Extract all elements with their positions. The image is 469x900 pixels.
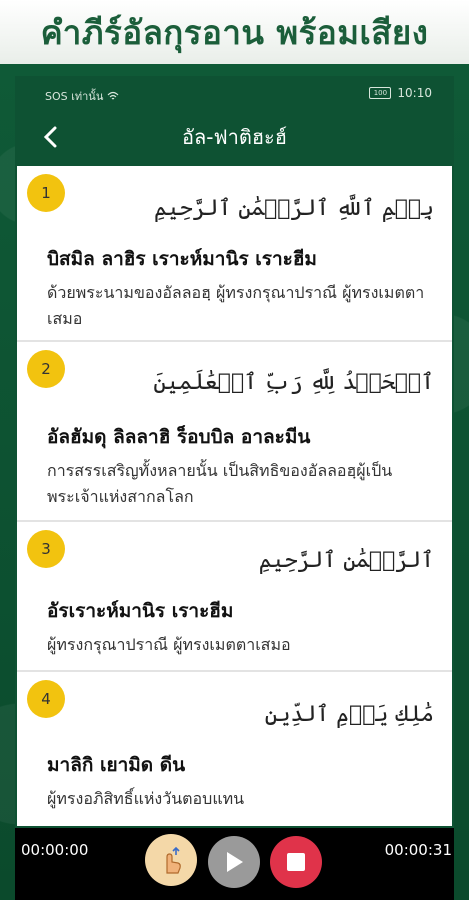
app-bar: อัล-ฟาติฮะฮ์ — [15, 110, 454, 164]
verse-translation: ผู้ทรงอภิสิทธิ์แห่งวันตอบแทน — [47, 789, 245, 808]
verse-number-badge: 1 — [27, 174, 65, 212]
status-bar: SOS เท่านั้น 100 10:10 — [15, 76, 454, 110]
stop-button[interactable] — [270, 836, 322, 888]
back-button[interactable] — [35, 122, 65, 152]
verse-number-badge: 3 — [27, 530, 65, 568]
verse-transliteration: มาลิกิ เยามิด ดีน — [47, 754, 186, 776]
play-icon — [227, 852, 243, 872]
wifi-icon — [107, 91, 119, 100]
tap-gesture-button[interactable] — [145, 834, 197, 886]
verse-translation: ด้วยพระนามของอัลลอฮฺ ผู้ทรงกรุณาปราณี ผู… — [47, 283, 425, 328]
carrier-text: SOS เท่านั้น — [45, 90, 104, 103]
phone-screen: SOS เท่านั้น 100 10:10 อัล-ฟาติฮะฮ์ 1 بِ… — [15, 76, 454, 900]
duration-time: 00:00:31 — [384, 841, 452, 859]
promo-banner: คำภีร์อัลกุรอาน พร้อมเสียง — [0, 0, 469, 64]
banner-title: คำภีร์อัลกุรอาน พร้อมเสียง — [40, 12, 429, 52]
verse-arabic: ٱلۡحَمۡدُ لِلَّهِ رَبِّ ٱلۡعَٰلَمِينَ — [153, 370, 434, 395]
page-title: อัล-ฟาติฮะฮ์ — [181, 125, 288, 149]
verse-number-badge: 2 — [27, 350, 65, 388]
verse-card[interactable]: 2 ٱلۡحَمۡدُ لِلَّهِ رَبِّ ٱلۡعَٰلَمِينَ … — [17, 342, 452, 522]
verse-card[interactable]: 3 ٱلرَّحۡمَٰنِ ٱلرَّحِيمِ อัรเราะห์มานิร… — [17, 522, 452, 672]
verse-list[interactable]: 1 بِسۡمِ ٱللَّهِ ٱلرَّحۡمَٰنِ ٱلرَّحِيمِ… — [17, 166, 452, 826]
verse-arabic: ٱلرَّحۡمَٰنِ ٱلرَّحِيمِ — [258, 548, 434, 573]
audio-player: 00:00:00 00:00:31 — [15, 828, 454, 900]
verse-translation: ผู้ทรงกรุณาปราณี ผู้ทรงเมตตาเสมอ — [47, 635, 291, 654]
verse-transliteration: อัลฮัมดุ ลิลลาฮิ ร็อบบิล อาละมีน — [47, 426, 311, 448]
verse-card[interactable]: 1 بِسۡمِ ٱللَّهِ ٱلرَّحۡمَٰنِ ٱلرَّحِيمِ… — [17, 166, 452, 342]
stop-icon — [287, 853, 305, 871]
clock: 10:10 — [397, 86, 432, 100]
verse-number-badge: 4 — [27, 680, 65, 718]
elapsed-time: 00:00:00 — [21, 841, 89, 859]
verse-transliteration: อัรเราะห์มานิร เราะฮีม — [47, 600, 234, 622]
hand-swipe-icon — [166, 846, 181, 874]
battery-icon: 100 — [369, 87, 392, 99]
verse-transliteration: บิสมิล ลาฮิร เราะห์มานิร เราะฮีม — [47, 248, 317, 270]
play-button[interactable] — [208, 836, 260, 888]
verse-arabic: بِسۡمِ ٱللَّهِ ٱلرَّحۡمَٰنِ ٱلرَّحِيمِ — [153, 196, 434, 221]
verse-arabic: مَٰلِكِ يَوۡمِ ٱلدِّينِ — [264, 702, 434, 727]
back-arrow-icon — [43, 126, 57, 148]
verse-translation: การสรรเสริญทั้งหลายนั้น เป็นสิทธิของอัลล… — [47, 461, 393, 506]
verse-card[interactable]: 4 مَٰلِكِ يَوۡمِ ٱلدِّينِ มาลิกิ เยามิด … — [17, 672, 452, 826]
